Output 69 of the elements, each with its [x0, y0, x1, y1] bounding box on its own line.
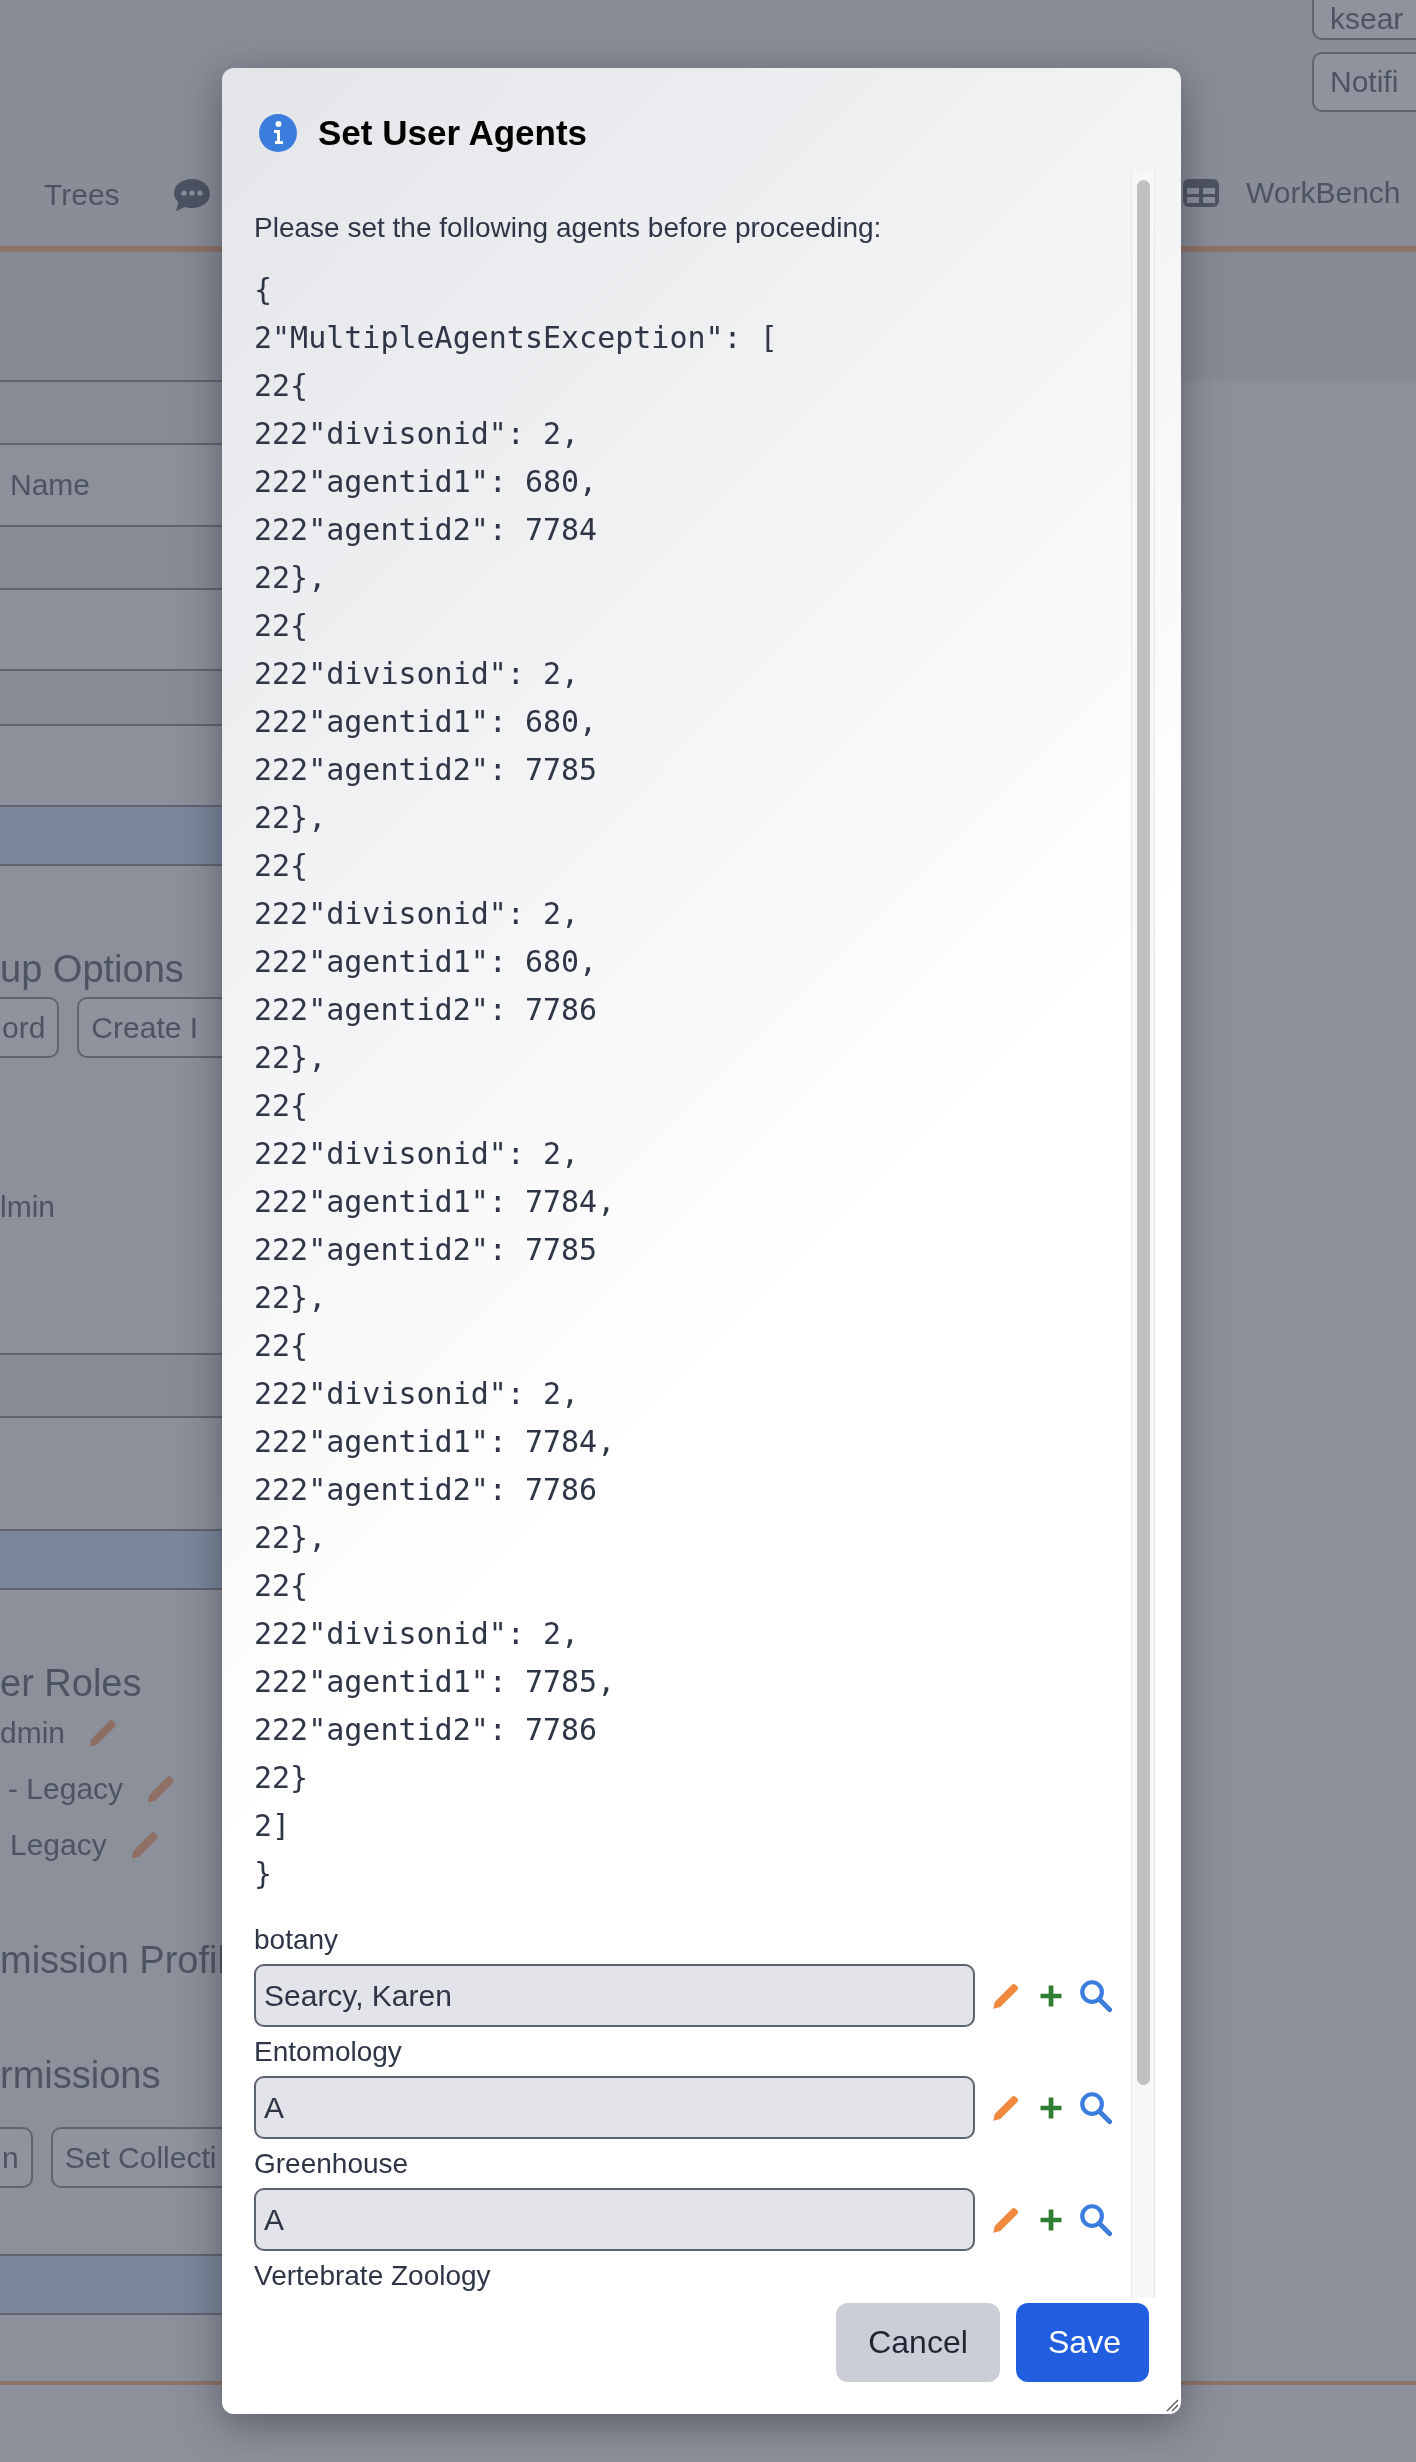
dialog-button[interactable]: Save: [1016, 2303, 1149, 2382]
code-line: 22{: [254, 1087, 310, 1125]
collection-label: Entomology: [254, 2035, 403, 2069]
section-heading: up Options: [0, 948, 185, 991]
code-line: 22},: [254, 1519, 328, 1557]
code-line: 222"agentid2": 7785: [254, 751, 599, 789]
code-line: 222"divisonid": 2,: [254, 895, 581, 933]
code-line: 222"agentid1": 7784,: [254, 1183, 617, 1221]
input-field[interactable]: A: [254, 2188, 975, 2251]
nav-link[interactable]: WorkBench: [1246, 176, 1401, 210]
scrollbar[interactable]: [1131, 172, 1155, 2298]
code-line: {: [254, 271, 274, 309]
code-line: 222"divisonid": 2,: [254, 1375, 581, 1413]
code-line: 22{: [254, 1327, 310, 1365]
code-line: 222"agentid2": 7785: [254, 1231, 599, 1269]
code-line: 222"agentid1": 7784,: [254, 1423, 617, 1461]
code-line: 222"agentid1": 680,: [254, 703, 599, 741]
code-line: 222"agentid1": 7785,: [254, 1663, 617, 1701]
code-line: 22},: [254, 1279, 328, 1317]
code-line: 222"agentid2": 7784: [254, 511, 599, 549]
code-line: 222"agentid2": 7786: [254, 991, 599, 1029]
dialog-button[interactable]: Cancel: [836, 2303, 1000, 2382]
collection-label: Greenhouse: [254, 2147, 410, 2181]
collection-label: botany: [254, 1923, 340, 1957]
search-icon[interactable]: [1079, 2202, 1113, 2237]
input-field[interactable]: A: [254, 2076, 975, 2139]
code-line: 2"MultipleAgentsException": [: [254, 319, 779, 357]
action-button[interactable]: ord: [0, 997, 60, 1058]
code-line: 222"agentid2": 7786: [254, 1711, 599, 1749]
code-line: 222"agentid1": 680,: [254, 463, 599, 501]
role-name: Legacy: [10, 1828, 107, 1862]
header-button[interactable]: Notifi: [1312, 52, 1416, 112]
code-line: 22},: [254, 559, 328, 597]
search-icon[interactable]: [1079, 1978, 1113, 2013]
code-line: 222"divisonid": 2,: [254, 1615, 581, 1653]
code-line: 22{: [254, 367, 310, 405]
action-button[interactable]: Create I: [77, 997, 222, 1058]
role-name: - Legacy: [8, 1772, 124, 1806]
input-field[interactable]: Searcy, Karen: [254, 1964, 975, 2027]
code-line: 22}: [254, 1759, 310, 1797]
code-line: 222"divisonid": 2,: [254, 415, 581, 453]
code-line: 22},: [254, 1039, 328, 1077]
role-name: dmin: [0, 1716, 66, 1750]
code-line: 222"agentid2": 7786: [254, 1471, 599, 1509]
code-line: 22{: [254, 1567, 310, 1605]
code-line: 2]: [254, 1807, 292, 1845]
dialog-title: Set User Agents: [318, 113, 588, 153]
resize-handle-icon[interactable]: [1165, 2398, 1179, 2412]
code-line: 222"divisonid": 2,: [254, 1135, 581, 1173]
column-label: Name: [10, 468, 91, 502]
chat-icon[interactable]: [171, 177, 212, 213]
header-button[interactable]: ksear: [1312, 0, 1416, 40]
code-line: 222"divisonid": 2,: [254, 655, 581, 693]
table-icon[interactable]: [1182, 178, 1220, 208]
search-icon[interactable]: [1079, 2090, 1113, 2125]
section-heading: rmissions: [0, 2054, 162, 2097]
collection-label: Vertebrate Zoology: [254, 2259, 492, 2293]
action-button[interactable]: Set Collecti: [50, 2127, 222, 2188]
user-type-text: lmin: [0, 1190, 56, 1224]
nav-link[interactable]: Trees: [44, 178, 120, 212]
info-icon: [258, 113, 298, 153]
dialog-message: Please set the following agents before proceeding:: [254, 211, 883, 245]
section-heading: er Roles: [0, 1662, 143, 1705]
code-line: 22},: [254, 799, 328, 837]
code-line: 22{: [254, 607, 310, 645]
code-line: 222"agentid1": 680,: [254, 943, 599, 981]
code-line: 22{: [254, 847, 310, 885]
action-button[interactable]: n: [0, 2127, 33, 2188]
code-line: }: [254, 1855, 274, 1893]
